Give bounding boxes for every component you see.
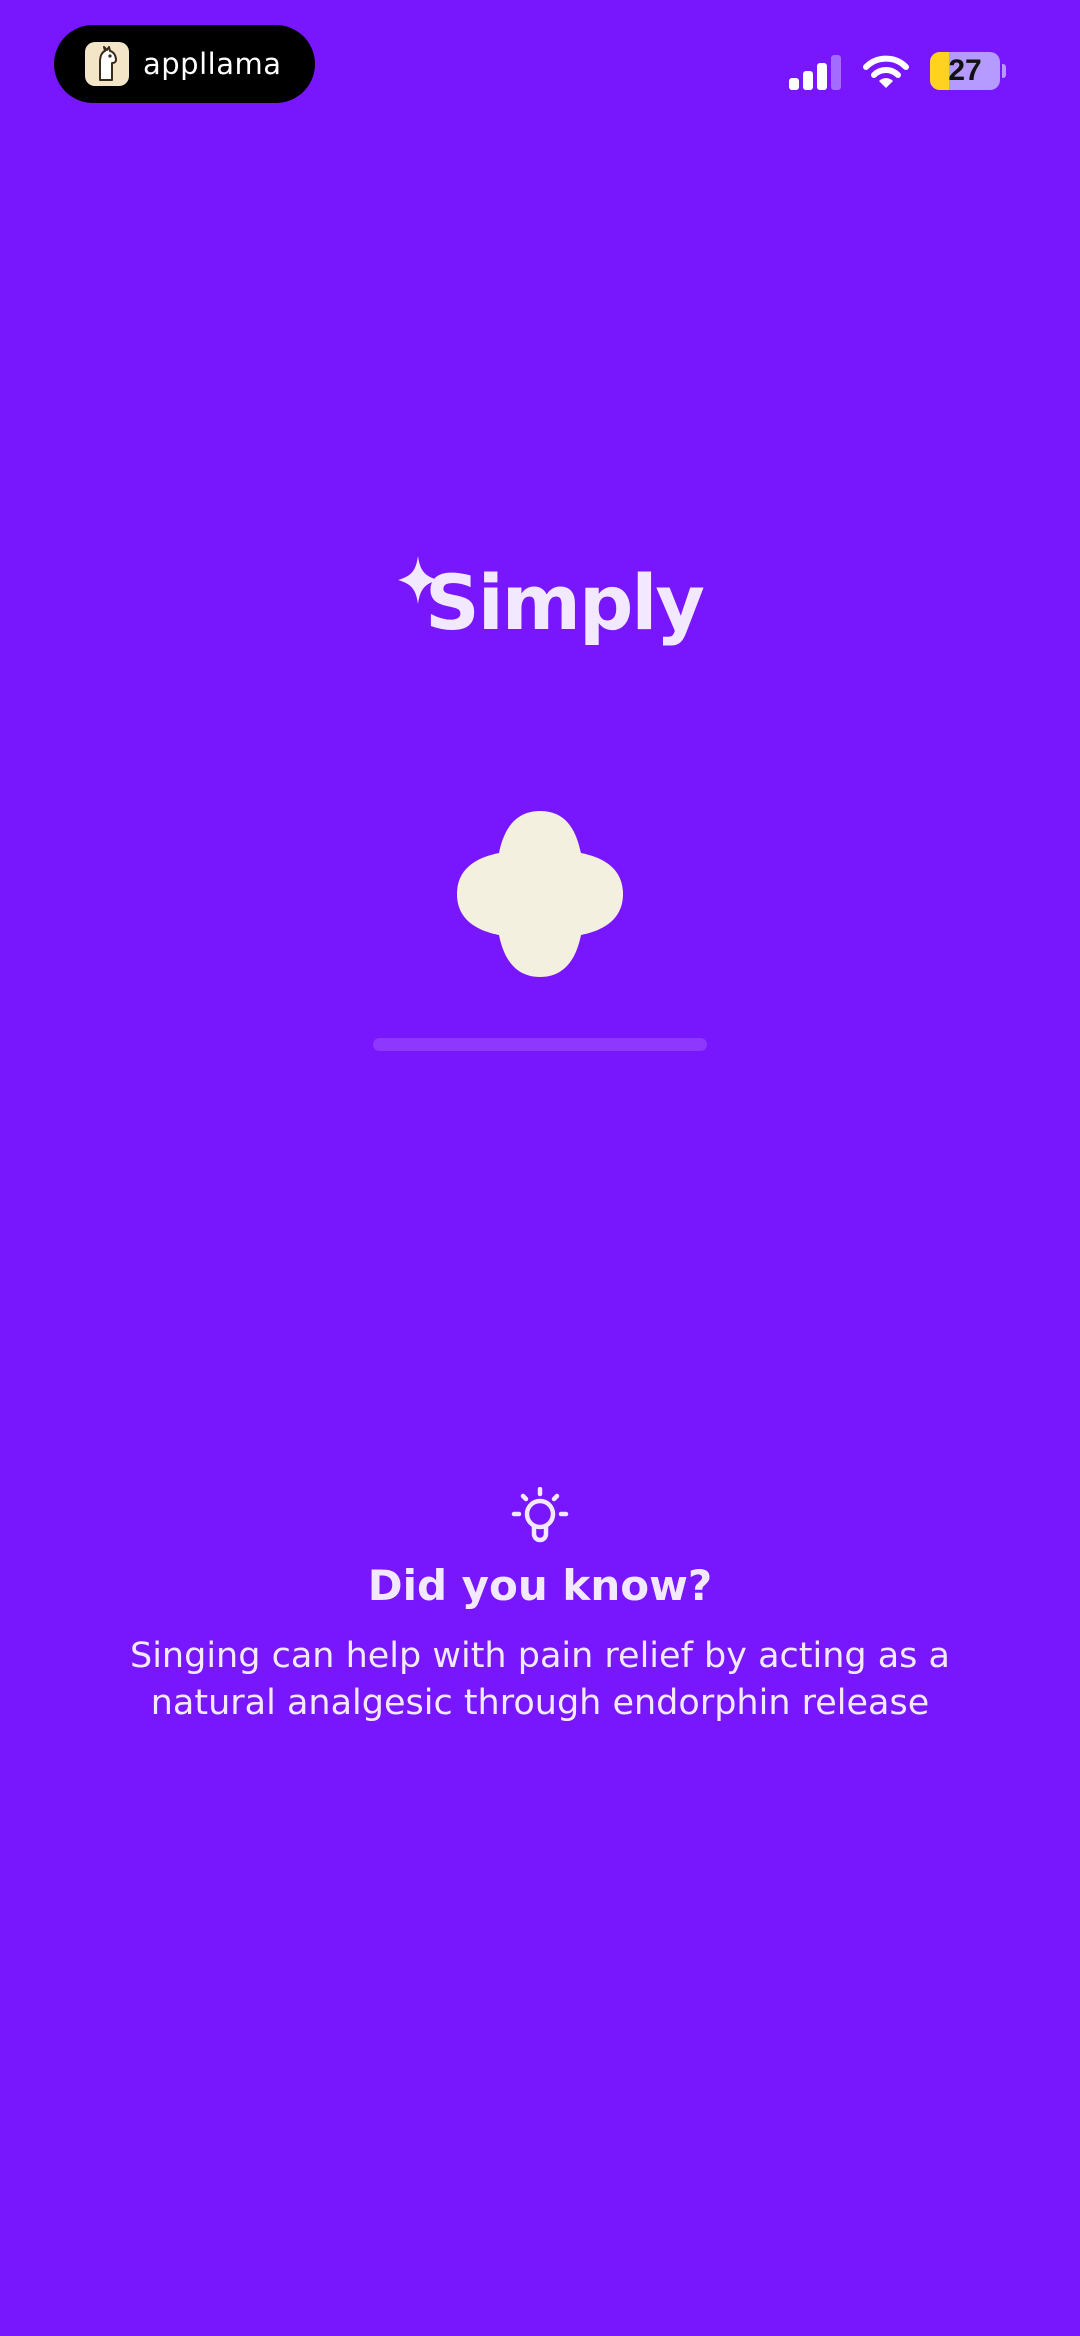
app-badge-label: appllama xyxy=(143,47,282,81)
battery-icon: 27 xyxy=(930,52,1000,90)
appllama-badge: appllama xyxy=(54,25,315,103)
llama-icon xyxy=(85,42,129,86)
battery-nub xyxy=(1002,64,1006,78)
tip-body: Singing can help with pain relief by act… xyxy=(129,1636,950,1723)
wifi-icon xyxy=(863,55,909,88)
tip-title: Did you know? xyxy=(367,1561,713,1610)
battery-level-text: 27 xyxy=(948,54,982,87)
lightbulb-icon xyxy=(511,1487,569,1543)
loading-progress-bar xyxy=(373,1038,707,1051)
cellular-signal-icon xyxy=(789,55,841,90)
blob-loader-icon xyxy=(457,811,623,977)
simply-logo: Simply xyxy=(425,558,705,647)
